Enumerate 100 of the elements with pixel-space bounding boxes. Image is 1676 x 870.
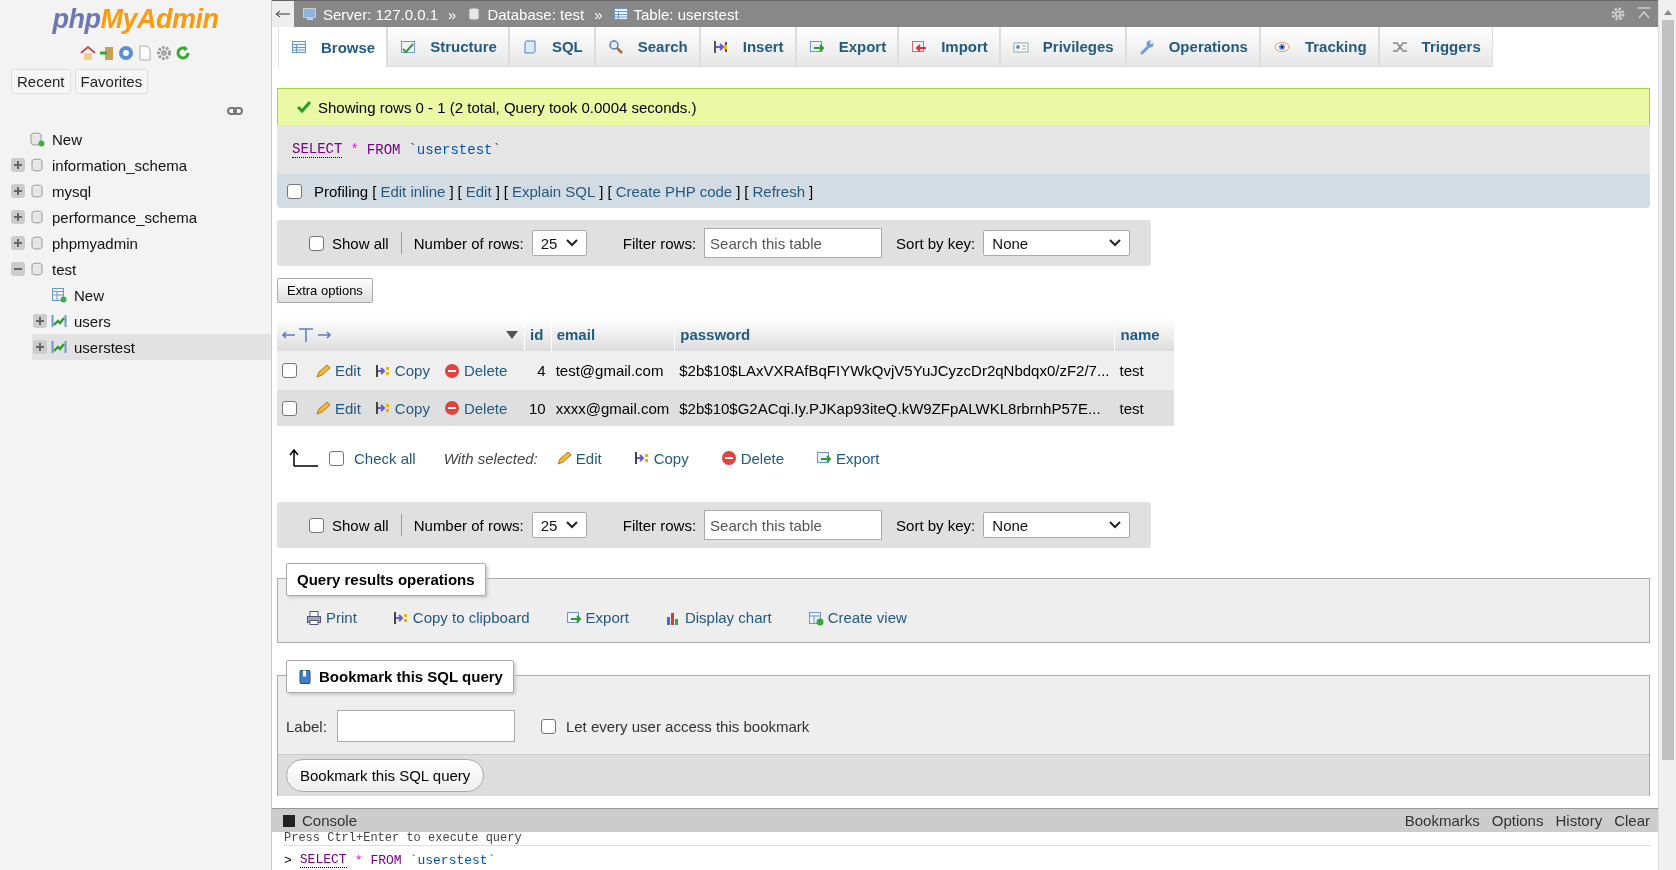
sidebar-tab[interactable]: Recent	[11, 69, 71, 94]
console-link[interactable]: Bookmarks	[1404, 812, 1480, 829]
tree-item[interactable]: performance_schema	[52, 208, 198, 226]
console-icon[interactable]	[282, 813, 296, 828]
row-action-link[interactable]: Delete	[443, 362, 508, 379]
sort-select[interactable]: None	[983, 230, 1131, 256]
tree-item[interactable]: test	[52, 260, 77, 278]
bulk-action-link[interactable]: Delete	[720, 449, 785, 467]
sql-token: *	[354, 852, 363, 868]
column-arrows-icon[interactable]	[282, 326, 332, 343]
tree-item[interactable]: information_schema	[52, 156, 188, 174]
row-action-link[interactable]: Copy	[374, 399, 430, 417]
query-link[interactable]: Refresh	[752, 182, 806, 200]
console-link[interactable]: Clear	[1614, 812, 1650, 829]
column-header[interactable]: password	[674, 318, 1115, 351]
reload-icon[interactable]	[175, 45, 191, 61]
scrollbar[interactable]	[1658, 0, 1676, 870]
bulk-action-link[interactable]: Edit	[555, 449, 602, 467]
sort-caret-icon[interactable]	[505, 329, 519, 340]
sidebar-tab[interactable]: Favorites	[74, 69, 149, 94]
tab[interactable]: Insert	[699, 27, 796, 67]
exit-icon[interactable]	[99, 45, 115, 61]
bulk-action-link[interactable]: Copy	[633, 449, 689, 467]
database-icon	[29, 235, 45, 251]
column-header[interactable]: id	[524, 318, 551, 351]
checkbox[interactable]	[309, 517, 324, 533]
expand-icon[interactable]	[10, 157, 26, 173]
tab[interactable]: Tracking	[1259, 27, 1379, 67]
console-title[interactable]: Console	[302, 812, 358, 829]
tab[interactable]: Import	[898, 27, 1000, 67]
check-all-link[interactable]: Check all	[354, 449, 416, 467]
console-link[interactable]: History	[1555, 812, 1603, 829]
link-icon[interactable]	[227, 106, 243, 116]
checkbox[interactable]	[329, 450, 344, 466]
operation-link[interactable]: Copy to clipboard	[392, 609, 530, 626]
sort-select[interactable]: None	[983, 512, 1131, 538]
checkbox[interactable]	[309, 235, 324, 251]
filter-field[interactable]: Search this table	[704, 228, 883, 258]
row-action-link[interactable]: Delete	[443, 399, 508, 417]
settings-icon[interactable]	[156, 45, 172, 61]
tab[interactable]: SQL	[508, 27, 595, 67]
scroll-up-icon[interactable]	[1662, 8, 1673, 16]
bookmark-button[interactable]: Bookmark this SQL query	[286, 759, 485, 792]
operation-link[interactable]: Display chart	[664, 609, 772, 626]
tab[interactable]: Privileges	[999, 27, 1126, 67]
label-caption: Label:	[286, 717, 327, 735]
row-action-link[interactable]: Copy	[374, 362, 430, 379]
expand-icon[interactable]	[10, 209, 26, 225]
back-button[interactable]	[272, 1, 294, 27]
console-link[interactable]: Options	[1491, 812, 1544, 829]
tree-item[interactable]: New	[52, 130, 82, 148]
expand-icon[interactable]	[10, 235, 26, 251]
filter-field[interactable]: Search this table	[704, 510, 883, 540]
tree-item[interactable]: userstest	[74, 338, 135, 356]
row-action-link[interactable]: Edit	[315, 399, 361, 417]
collapse-icon[interactable]	[10, 261, 26, 277]
minus-circle-icon	[443, 400, 460, 416]
checkbox[interactable]	[287, 183, 302, 199]
breadcrumb-link[interactable]: Table: userstest	[633, 5, 739, 23]
operation-link[interactable]: Print	[306, 609, 357, 626]
checkbox[interactable]	[282, 400, 297, 416]
operation-link[interactable]: Export	[565, 609, 629, 626]
tree-item[interactable]: phpmyadmin	[52, 234, 138, 252]
expand-icon[interactable]	[10, 183, 26, 199]
tree-item[interactable]: New	[74, 286, 104, 304]
tab[interactable]: Browse	[278, 27, 388, 67]
tab[interactable]: Triggers	[1378, 27, 1493, 67]
column-header[interactable]: email	[550, 318, 675, 351]
query-link[interactable]: Explain SQL	[511, 182, 596, 200]
tab[interactable]: Export	[795, 27, 899, 67]
row-action-link[interactable]: Edit	[315, 362, 361, 379]
tree-item[interactable]: mysql	[52, 182, 92, 200]
bulk-action-link[interactable]: Export	[816, 449, 880, 467]
tab[interactable]: Operations	[1125, 27, 1260, 67]
label-field[interactable]	[336, 710, 515, 742]
expand-icon[interactable]	[32, 313, 48, 329]
rows-label: Number of rows:	[413, 234, 524, 252]
extra-options-button[interactable]: Extra options	[277, 278, 373, 303]
query-link[interactable]: Create PHP code	[615, 182, 733, 200]
bracket: [	[457, 182, 462, 200]
breadcrumb-link[interactable]: Server: 127.0.0.1	[323, 5, 439, 23]
column-header[interactable]: name	[1114, 318, 1175, 351]
rows-select[interactable]: 25	[531, 230, 587, 256]
tab[interactable]: Search	[594, 27, 700, 67]
house-icon[interactable]	[80, 45, 96, 61]
logo[interactable]: phpMyAdmin	[0, 4, 271, 35]
rows-select[interactable]: 25	[531, 512, 587, 538]
tab[interactable]: Structure	[387, 27, 509, 67]
tree-item[interactable]: users	[74, 312, 111, 330]
checkbox[interactable]	[540, 718, 556, 734]
sql-token: FROM	[366, 141, 401, 158]
chevron-down-icon	[1109, 239, 1122, 247]
query-link[interactable]: Edit	[465, 182, 492, 200]
show-all-label: Show all	[332, 516, 389, 534]
expand-icon[interactable]	[32, 339, 48, 355]
query-link[interactable]: Edit inline	[380, 182, 446, 200]
profiling-label: Profiling	[314, 182, 369, 200]
operation-link[interactable]: Create view	[807, 609, 907, 626]
checkbox[interactable]	[282, 363, 297, 378]
breadcrumb-link[interactable]: Database: test	[487, 5, 585, 23]
